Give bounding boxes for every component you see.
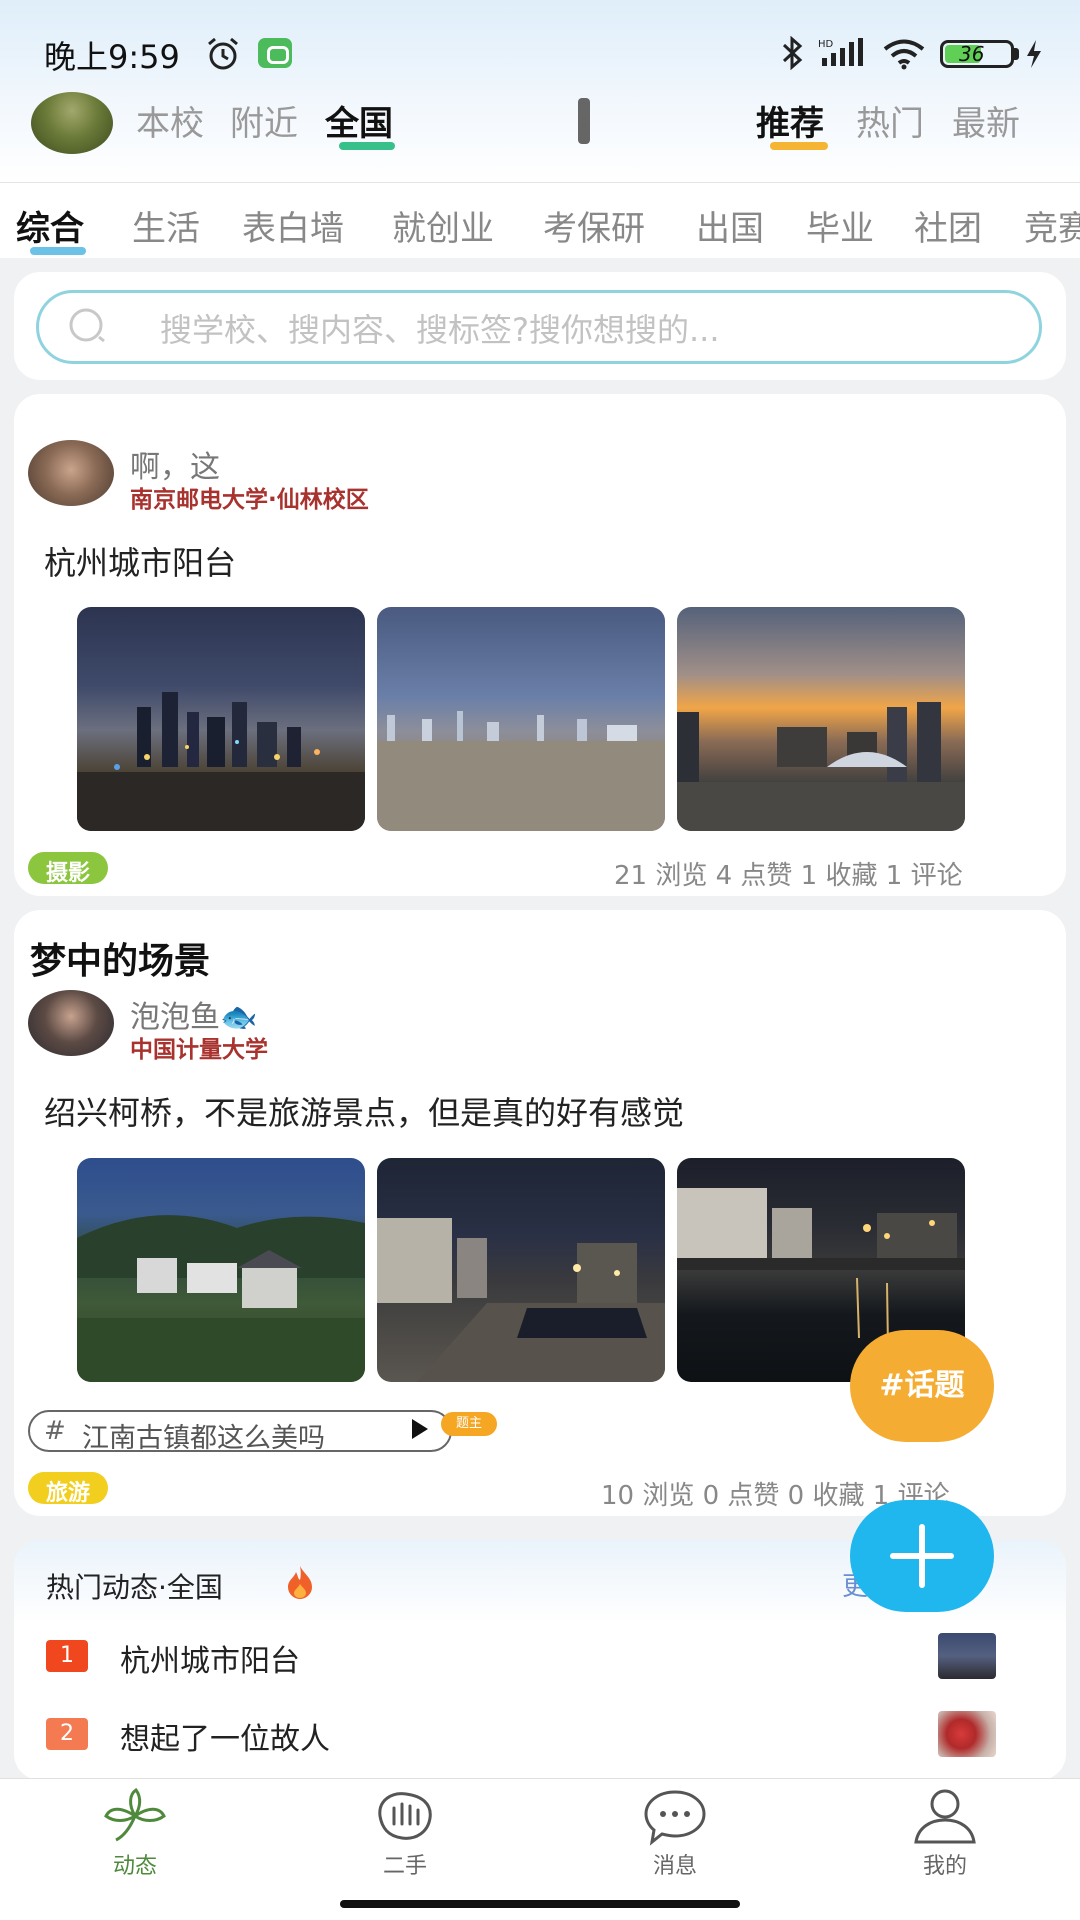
alarm-icon bbox=[208, 37, 238, 70]
topic-fab-button[interactable]: #话题 bbox=[850, 1330, 994, 1442]
post-stats: 21 浏览 4 点赞 1 收藏 1 评论 bbox=[614, 861, 963, 891]
search-placeholder: 搜学校、搜内容、搜标签?搜你想搜的... bbox=[160, 311, 720, 349]
hand-icon[interactable] bbox=[370, 1786, 440, 1846]
fire-icon bbox=[288, 1566, 312, 1599]
battery-icon: 36 bbox=[940, 40, 1014, 68]
hot-item-title[interactable]: 想起了一位故人 bbox=[120, 1714, 330, 1758]
charging-icon bbox=[1027, 40, 1041, 68]
post-photo[interactable] bbox=[377, 1158, 665, 1382]
bluetooth-icon bbox=[782, 36, 803, 70]
post-photo[interactable] bbox=[677, 607, 965, 831]
tab-sort-latest[interactable]: 最新 bbox=[952, 96, 1020, 145]
post-tag[interactable]: 旅游 bbox=[28, 1472, 109, 1506]
category-graduation[interactable]: 毕业 bbox=[806, 201, 874, 250]
chat-icon[interactable] bbox=[640, 1786, 710, 1846]
status-time: 晚上9:59 bbox=[44, 38, 180, 76]
post-author-school[interactable]: 中国计量大学 bbox=[130, 1030, 268, 1064]
battery-tip bbox=[1014, 48, 1019, 60]
category-study-abroad[interactable]: 出国 bbox=[696, 201, 764, 250]
add-post-button[interactable] bbox=[850, 1500, 994, 1612]
post-author-school[interactable]: 南京邮电大学·仙林校区 bbox=[130, 480, 369, 514]
post-title: 梦中的场景 bbox=[30, 941, 211, 982]
tab-sort-hot[interactable]: 热门 bbox=[856, 96, 924, 145]
wifi-icon bbox=[883, 39, 925, 70]
category-indicator bbox=[30, 247, 86, 255]
post-tag[interactable]: 摄影 bbox=[28, 852, 109, 886]
category-confession-wall[interactable]: 表白墙 bbox=[242, 201, 344, 250]
search-icon bbox=[69, 308, 105, 343]
category-clubs[interactable]: 社团 bbox=[914, 201, 982, 250]
topic-text[interactable]: 江南古镇都这么美吗 bbox=[82, 1416, 325, 1455]
sort-tab-indicator bbox=[770, 142, 828, 150]
tab-scope-school[interactable]: 本校 bbox=[136, 96, 204, 145]
tab-scope-nation[interactable]: 全国 bbox=[325, 96, 393, 145]
tab-scope-nearby[interactable]: 附近 bbox=[230, 96, 298, 145]
user-avatar[interactable] bbox=[31, 92, 113, 154]
hot-item-title[interactable]: 杭州城市阳台 bbox=[120, 1636, 300, 1680]
post-photo[interactable] bbox=[77, 607, 365, 831]
rank-badge: 1 bbox=[46, 1640, 88, 1672]
post-content: 绍兴柯桥，不是旅游景点，但是真的好有感觉 bbox=[44, 1094, 685, 1132]
play-icon[interactable] bbox=[412, 1419, 428, 1439]
svg-text:HD: HD bbox=[818, 39, 834, 50]
nav-secondhand[interactable]: 二手 bbox=[345, 1848, 465, 1880]
battery-text: 36 bbox=[959, 42, 985, 66]
category-career[interactable]: 就创业 bbox=[392, 201, 494, 250]
hot-item-thumbnail[interactable] bbox=[938, 1633, 996, 1679]
post-author-avatar[interactable] bbox=[28, 440, 114, 506]
app-notification-icon bbox=[258, 38, 292, 68]
category-competition[interactable]: 竞赛 bbox=[1024, 201, 1080, 250]
post-photo[interactable] bbox=[77, 1158, 365, 1382]
category-bar: 综合 生活 表白墙 就创业 考保研 出国 毕业 社团 竞赛 bbox=[0, 182, 1080, 258]
post-author-avatar[interactable] bbox=[28, 990, 114, 1056]
header-divider bbox=[578, 98, 590, 144]
post-photo[interactable] bbox=[377, 607, 665, 831]
scope-tab-indicator bbox=[339, 142, 395, 150]
category-life[interactable]: 生活 bbox=[132, 201, 200, 250]
status-bar: 晚上9:59 HD 36 bbox=[0, 0, 1080, 100]
hot-posts-title: 热门动态·全国 bbox=[46, 1571, 223, 1604]
rank-badge: 2 bbox=[46, 1718, 88, 1750]
category-graduate-exam[interactable]: 考保研 bbox=[543, 201, 645, 250]
hot-item-thumbnail[interactable] bbox=[938, 1711, 996, 1757]
topic-owner-badge: 题主 bbox=[441, 1412, 497, 1436]
leaf-icon[interactable] bbox=[100, 1786, 170, 1846]
topic-hash-icon: # bbox=[44, 1416, 66, 1446]
nav-feed[interactable]: 动态 bbox=[75, 1848, 195, 1880]
user-icon[interactable] bbox=[910, 1786, 980, 1846]
signal-icon: HD bbox=[818, 38, 863, 66]
tab-sort-recommend[interactable]: 推荐 bbox=[756, 96, 824, 145]
post-content: 杭州城市阳台 bbox=[44, 544, 237, 582]
nav-profile[interactable]: 我的 bbox=[885, 1848, 1005, 1880]
nav-messages[interactable]: 消息 bbox=[615, 1848, 735, 1880]
category-comprehensive[interactable]: 综合 bbox=[16, 201, 84, 250]
home-indicator[interactable] bbox=[340, 1900, 740, 1908]
